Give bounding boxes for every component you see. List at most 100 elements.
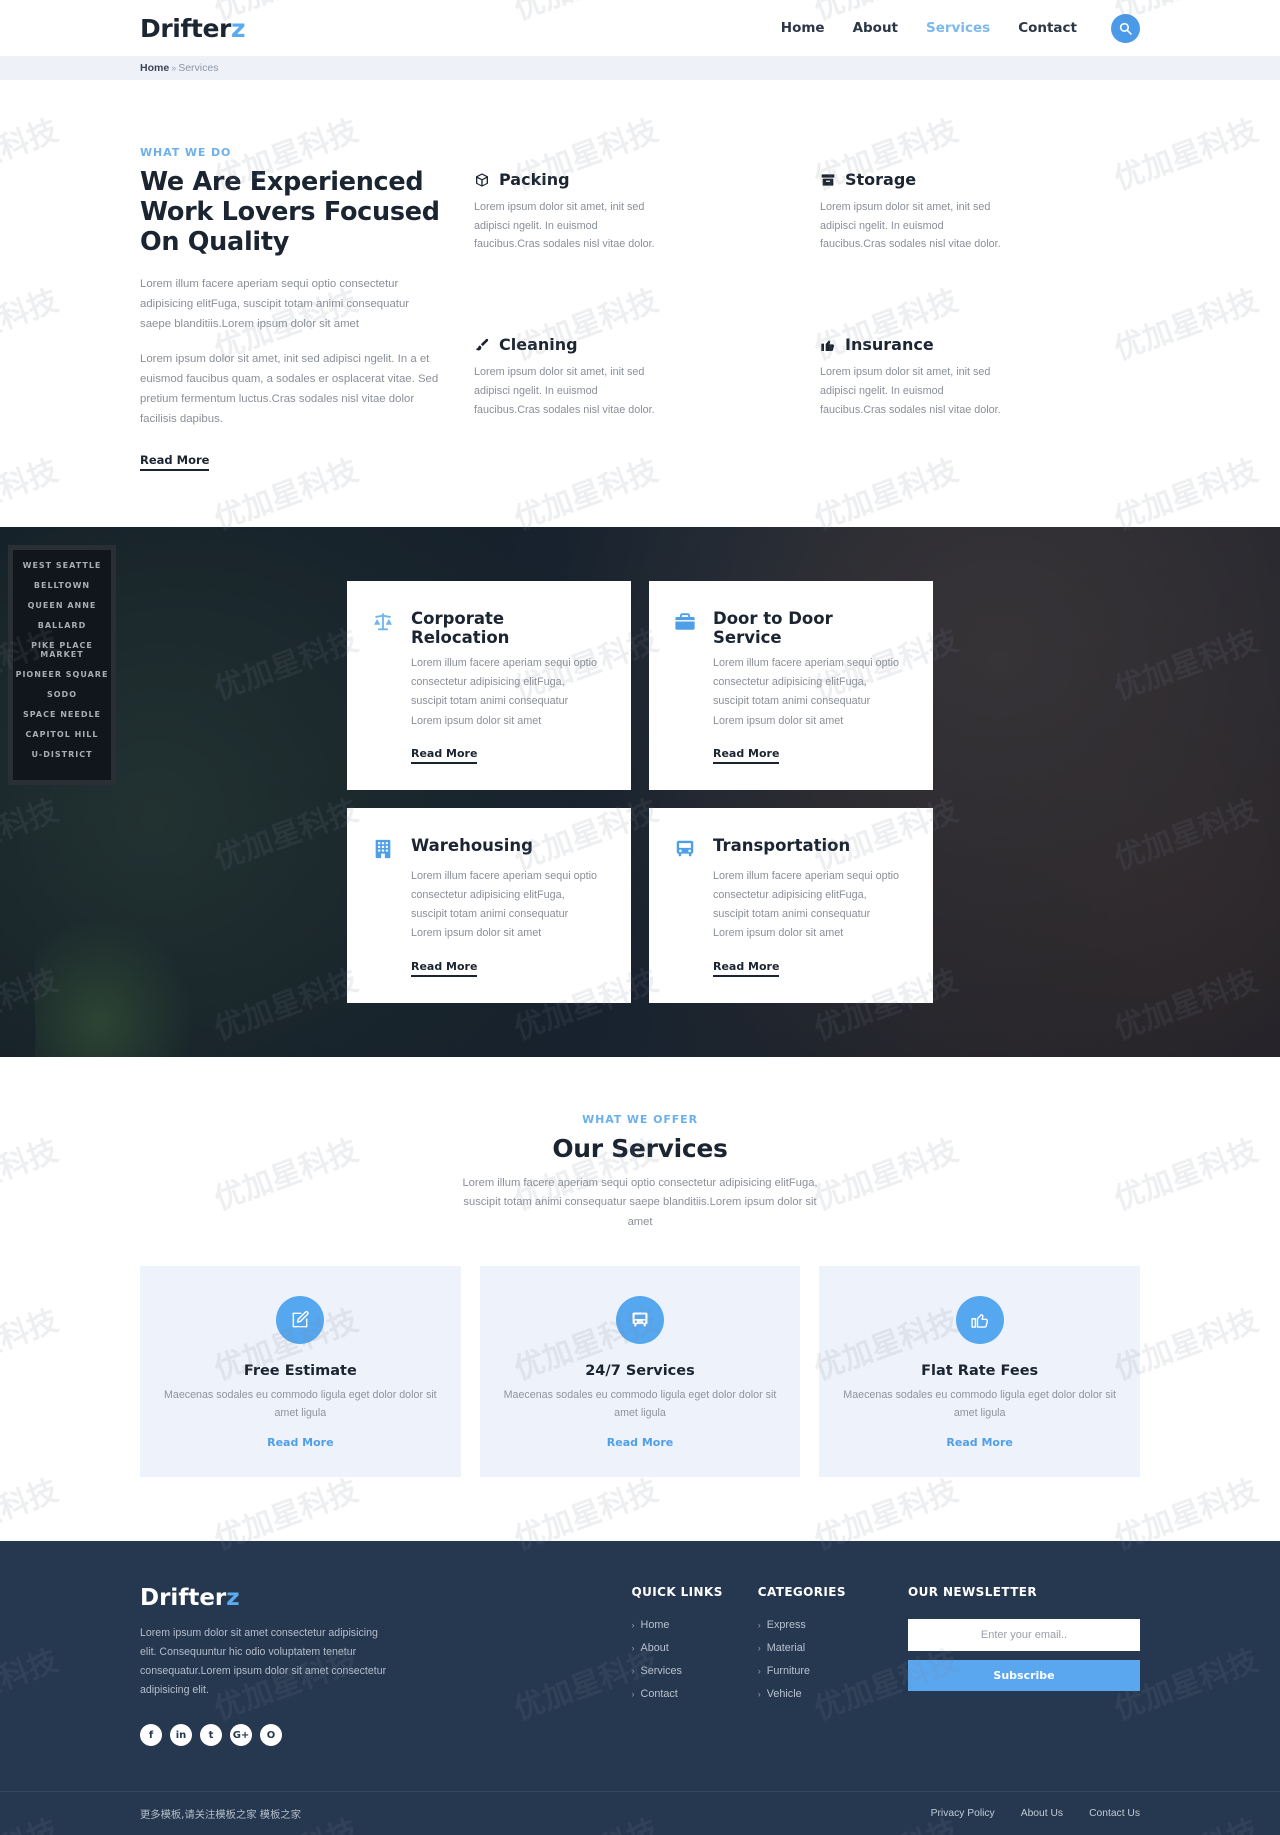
plant-decoration xyxy=(35,916,195,1057)
service-card-read-more-link[interactable]: Read More xyxy=(607,1436,673,1449)
chevron-right-icon: › xyxy=(631,1665,635,1676)
poster-line: QUEEN ANNE xyxy=(27,600,97,610)
poster-line: U-DISTRICT xyxy=(31,749,93,759)
breadcrumb-current: Services xyxy=(178,62,219,74)
card-read-more-link[interactable]: Read More xyxy=(411,747,478,764)
what-we-do-section: WHAT WE DO We Are Experienced Work Lover… xyxy=(0,80,1280,527)
card-title: Transportation xyxy=(713,835,851,855)
card-warehousing[interactable]: Warehousing Lorem illum facere aperiam s… xyxy=(347,807,631,1003)
feature-title: Cleaning xyxy=(499,335,578,355)
card-read-more-link[interactable]: Read More xyxy=(411,960,478,977)
poster-line: BELLTOWN xyxy=(33,580,91,590)
footer-category-vehicle[interactable]: › Vehicle xyxy=(758,1688,884,1700)
nav-item-services[interactable]: Services xyxy=(926,20,990,36)
building-icon xyxy=(371,836,395,860)
service-card-flat-rate-fees[interactable]: Flat Rate Fees Maecenas sodales eu commo… xyxy=(819,1266,1140,1477)
card-corporate-relocation[interactable]: Corporate Relocation Lorem illum facere … xyxy=(347,580,631,790)
what-we-do-features: Packing Lorem ipsum dolor sit amet, init… xyxy=(440,146,1140,471)
service-card-24-7-services[interactable]: 24/7 Services Maecenas sodales eu commod… xyxy=(479,1266,801,1477)
footer-categories-heading: CATEGORIES xyxy=(757,1584,846,1599)
footer-link-label: Express xyxy=(766,1618,806,1631)
chevron-right-icon: › xyxy=(757,1619,761,1630)
linkedin-icon[interactable]: in xyxy=(170,1724,192,1747)
card-door-to-door-service[interactable]: Door to Door Service Lorem illum facere … xyxy=(649,580,933,790)
search-button[interactable] xyxy=(1111,13,1140,43)
google-plus-icon[interactable]: G+ xyxy=(230,1724,252,1747)
footer-link-label: About xyxy=(640,1641,669,1654)
footer-categories: CATEGORIES › Express › Material › Furniture… xyxy=(758,1585,884,1746)
footer-contact-us-link[interactable]: Contact Us xyxy=(1089,1808,1140,1819)
footer-link-services[interactable]: › Services xyxy=(632,1665,758,1677)
footer-link-about[interactable]: › About xyxy=(632,1642,758,1654)
footer-about-text: Lorem ipsum dolor sit amet consectetur a… xyxy=(140,1626,387,1697)
footer-privacy-policy-link[interactable]: Privacy Policy xyxy=(931,1808,995,1819)
feature-cards-section: WEST SEATTLE BELLTOWN QUEEN ANNE BALLARD… xyxy=(0,526,1280,1057)
footer-bottom-bar: 更多模板,请关注模板之家 模板之家 Privacy Policy About U… xyxy=(0,1791,1280,1835)
footer-quick-links-heading: QUICK LINKS xyxy=(631,1584,723,1599)
service-card-read-more-link[interactable]: Read More xyxy=(946,1436,1012,1449)
footer-about-us-link[interactable]: About Us xyxy=(1021,1808,1063,1819)
poster-line: CAPITOL HILL xyxy=(25,729,99,739)
footer-link-label: Furniture xyxy=(766,1664,810,1677)
what-we-do-paragraph-2: Lorem ipsum dolor sit amet, init sed adi… xyxy=(140,353,439,425)
newsletter-email-input[interactable] xyxy=(908,1618,1141,1651)
card-transportation[interactable]: Transportation Lorem illum facere aperia… xyxy=(649,807,933,1003)
what-we-do-eyebrow: WHAT WE DO xyxy=(140,146,232,159)
footer-link-contact[interactable]: › Contact xyxy=(632,1688,758,1700)
twitter-icon[interactable]: t xyxy=(200,1724,222,1747)
poster-line: PIKE PLACE MARKET xyxy=(31,640,93,659)
site-logo[interactable]: Drifterz xyxy=(140,14,246,43)
card-read-more-link[interactable]: Read More xyxy=(713,960,780,977)
footer-link-home[interactable]: › Home xyxy=(632,1619,758,1631)
our-services-eyebrow: WHAT WE OFFER xyxy=(582,1112,698,1126)
brush-icon xyxy=(474,337,490,353)
feature-text: Lorem ipsum dolor sit amet, init sed adi… xyxy=(474,366,655,416)
footer-bottom-links: Privacy Policy About Us Contact Us xyxy=(931,1808,1140,1819)
footer-link-label: Vehicle xyxy=(766,1687,802,1700)
feature-text: Lorem ipsum dolor sit amet, init sed adi… xyxy=(820,366,1001,416)
footer-logo-accent: z xyxy=(226,1584,240,1611)
service-card-title: Free Estimate xyxy=(243,1363,357,1380)
footer-link-label: Contact xyxy=(640,1687,678,1700)
newsletter-subscribe-button[interactable]: Subscribe xyxy=(908,1659,1141,1691)
edit-icon xyxy=(276,1296,325,1345)
chevron-right-icon: › xyxy=(631,1688,635,1699)
nav-item-home[interactable]: Home xyxy=(781,20,825,36)
feature-title: Insurance xyxy=(845,335,934,355)
nav-item-contact[interactable]: Contact xyxy=(1018,20,1077,36)
what-we-do-read-more-link[interactable]: Read More xyxy=(140,453,210,471)
footer-category-express[interactable]: › Express xyxy=(758,1619,884,1631)
facebook-icon[interactable]: f xyxy=(140,1724,162,1747)
card-text: Lorem illum facere aperiam sequi optio c… xyxy=(713,656,900,727)
bus-icon xyxy=(673,836,697,860)
our-services-heading: WHAT WE OFFER Our Services Lorem illum f… xyxy=(140,1113,1140,1233)
nav-item-about[interactable]: About xyxy=(853,20,898,36)
card-read-more-link[interactable]: Read More xyxy=(713,747,780,764)
card-title: Corporate Relocation xyxy=(411,608,510,647)
footer-logo-main: Drifter xyxy=(140,1584,227,1611)
chevron-right-icon: › xyxy=(631,1619,635,1630)
card-title: Warehousing xyxy=(411,835,533,855)
archive-icon xyxy=(820,172,836,188)
footer-newsletter: OUR NEWSLETTER Subscribe xyxy=(908,1585,1141,1746)
footer-socials: f in t G+ O xyxy=(140,1724,387,1747)
poster-line: SODO xyxy=(46,689,77,699)
briefcase-icon xyxy=(673,609,697,633)
chevron-right-icon: › xyxy=(757,1688,761,1699)
footer-category-material[interactable]: › Material xyxy=(758,1642,884,1654)
card-text: Lorem illum facere aperiam sequi optio c… xyxy=(713,869,900,940)
footer-logo[interactable]: Drifterz xyxy=(140,1585,387,1611)
service-card-title: 24/7 Services xyxy=(585,1363,695,1380)
breadcrumb-home[interactable]: Home xyxy=(140,62,169,74)
service-card-text: Maecenas sodales eu commodo ligula eget … xyxy=(163,1389,437,1419)
chevron-right-icon: › xyxy=(631,1642,635,1653)
github-icon[interactable]: O xyxy=(260,1724,282,1747)
thumbs-up-icon xyxy=(820,337,836,353)
service-card-free-estimate[interactable]: Free Estimate Maecenas sodales eu commod… xyxy=(140,1266,461,1477)
service-card-read-more-link[interactable]: Read More xyxy=(267,1436,333,1449)
feature-insurance: Insurance Lorem ipsum dolor sit amet, in… xyxy=(820,335,1140,470)
service-card-text: Maecenas sodales eu commodo ligula eget … xyxy=(843,1389,1116,1419)
footer-category-furniture[interactable]: › Furniture xyxy=(758,1665,884,1677)
chevron-right-icon: › xyxy=(757,1642,761,1653)
card-text: Lorem illum facere aperiam sequi optio c… xyxy=(411,656,598,727)
